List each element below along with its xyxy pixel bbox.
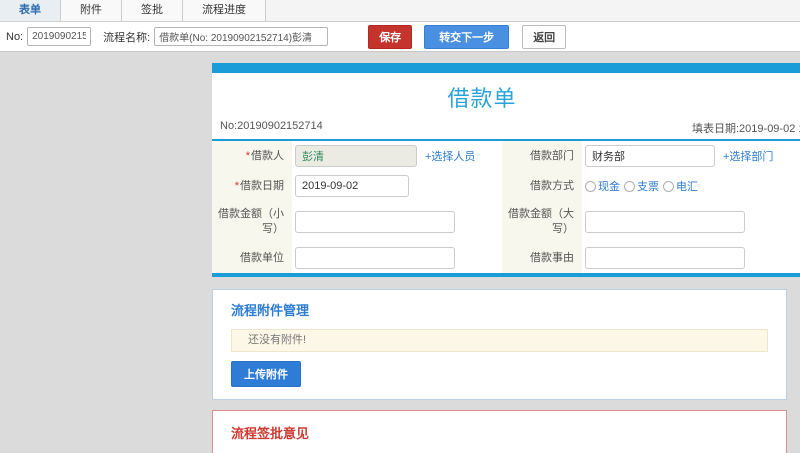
approval-panel: 流程签批意见 B I abc (212, 410, 787, 453)
amount-upper-label: 借款金额（大写） (502, 201, 582, 243)
required-mark: * (234, 179, 239, 192)
blue-bottom-bar (212, 273, 800, 277)
department-label: 借款部门 (502, 141, 582, 171)
panel-top-bar (212, 63, 800, 73)
back-button[interactable]: 返回 (522, 24, 567, 49)
form-no: No:20190902152714 (220, 120, 323, 132)
form-info-row: No:20190902152714 填表日期:2019-09-02 15:27:… (212, 117, 800, 137)
borrow-date-input[interactable] (295, 175, 409, 197)
save-button[interactable]: 保存 (368, 24, 413, 49)
action-bar: No: 流程名称: 保存 转交下一步 返回 (0, 22, 800, 52)
radio-icon (624, 180, 635, 192)
radio-cheque[interactable]: 支票 (624, 178, 659, 194)
borrower-input[interactable] (295, 145, 417, 167)
tab-approval[interactable]: 签批 (122, 0, 183, 21)
borrow-unit-label: 借款单位 (212, 243, 292, 273)
workspace: 借款单 No:20190902152714 填表日期:2019-09-02 15… (0, 52, 800, 453)
loan-form-panel: 借款单 No:20190902152714 填表日期:2019-09-02 15… (212, 63, 800, 277)
required-mark: * (245, 149, 250, 162)
attachment-panel: 流程附件管理 还没有附件! 上传附件 (212, 289, 787, 400)
radio-icon (663, 180, 674, 192)
borrow-date-label: * 借款日期 (212, 171, 292, 201)
no-attachment-alert: 还没有附件! (231, 329, 768, 352)
no-input[interactable] (27, 27, 92, 46)
next-step-button[interactable]: 转交下一步 (424, 24, 510, 49)
payment-method-label: 借款方式 (502, 171, 582, 201)
radio-icon (585, 180, 596, 192)
approval-panel-title: 流程签批意见 (231, 426, 310, 441)
no-label: No: (6, 30, 24, 43)
form-fill-date: 填表日期:2019-09-02 15:27:1 (692, 123, 800, 135)
process-name-input[interactable] (154, 27, 329, 46)
tab-form[interactable]: 表单 (0, 0, 61, 21)
borrower-label: * 借款人 (212, 141, 292, 171)
department-input[interactable] (585, 145, 715, 167)
radio-cash[interactable]: 现金 (585, 178, 620, 194)
tab-progress[interactable]: 流程进度 (183, 0, 266, 21)
amount-upper-input[interactable] (585, 211, 745, 233)
borrow-reason-label: 借款事由 (502, 243, 582, 273)
amount-lower-input[interactable] (295, 211, 455, 233)
select-department-link[interactable]: +选择部门 (723, 148, 773, 164)
amount-lower-label: 借款金额（小写） (212, 201, 292, 243)
process-name-label: 流程名称: (103, 31, 151, 44)
attachment-panel-title: 流程附件管理 (231, 303, 310, 318)
form-title: 借款单 (447, 86, 517, 111)
form-table: * 借款人 +选择人员 借款部门 +选择部门 * 借款日期 (212, 141, 800, 273)
select-person-link[interactable]: +选择人员 (425, 148, 475, 164)
top-tabs: 表单 附件 签批 流程进度 (0, 0, 800, 22)
borrow-unit-input[interactable] (295, 247, 455, 269)
radio-wire[interactable]: 电汇 (663, 178, 698, 194)
upload-attachment-button[interactable]: 上传附件 (231, 361, 301, 387)
borrow-reason-input[interactable] (585, 247, 745, 269)
tab-attachments[interactable]: 附件 (61, 0, 122, 21)
payment-method-radio-group: 现金 支票 电汇 (585, 178, 702, 194)
